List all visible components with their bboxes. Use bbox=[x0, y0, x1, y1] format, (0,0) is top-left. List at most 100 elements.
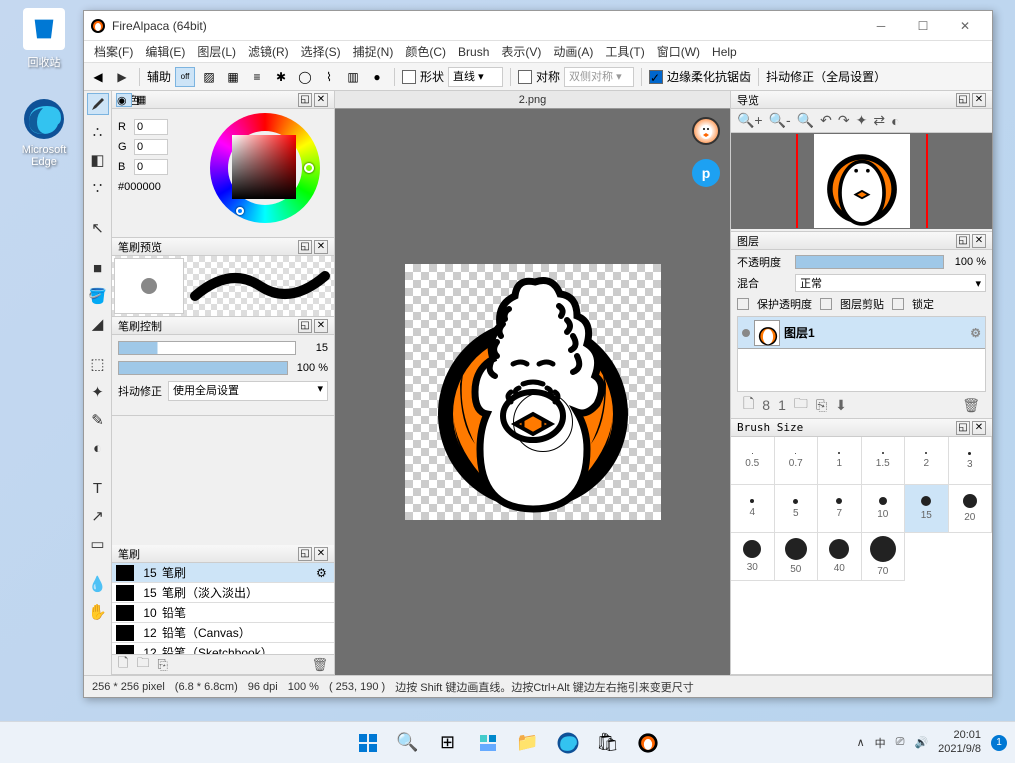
taskview-button[interactable]: ⊞ bbox=[430, 725, 466, 761]
b-input[interactable] bbox=[134, 159, 168, 175]
zoom-fit-icon[interactable]: 🔍 bbox=[797, 112, 814, 129]
start-button[interactable] bbox=[350, 725, 386, 761]
assist-dot[interactable]: ● bbox=[367, 67, 387, 87]
brush-size-cell[interactable]: 40 bbox=[818, 533, 862, 581]
brush-row[interactable]: 10铅笔 bbox=[112, 603, 334, 623]
brush-size-cell[interactable]: 3 bbox=[949, 437, 993, 485]
tray-icon[interactable]: ∧ bbox=[857, 736, 865, 749]
folder-icon[interactable]: 🗀 bbox=[136, 654, 149, 676]
select-rect-tool[interactable]: ⬚ bbox=[87, 353, 109, 375]
brush-row[interactable]: 12铅笔（Sketchbook） bbox=[112, 643, 334, 654]
explorer-button[interactable]: 📁 bbox=[510, 725, 546, 761]
brush-row[interactable]: 12铅笔（Canvas） bbox=[112, 623, 334, 643]
tray-icon[interactable]: 中 bbox=[875, 735, 886, 751]
wand-tool[interactable]: ✦ bbox=[87, 381, 109, 403]
eraser-tool[interactable]: ◧ bbox=[87, 149, 109, 171]
shape-select[interactable]: 直线 ▾ bbox=[448, 67, 503, 87]
grayscale-icon[interactable]: ◐ bbox=[891, 113, 899, 129]
brush-size-cell[interactable]: 5 bbox=[775, 485, 819, 533]
jitter-label[interactable]: 抖动修正（全局设置） bbox=[766, 68, 988, 85]
text-tool[interactable]: T bbox=[87, 477, 109, 499]
brush-size-cell[interactable]: 15 bbox=[905, 485, 949, 533]
gear-icon[interactable]: ⚙ bbox=[970, 326, 981, 340]
rotate-right-icon[interactable]: ↷ bbox=[838, 112, 850, 129]
menu-item[interactable]: 工具(T) bbox=[599, 41, 650, 62]
menu-item[interactable]: Help bbox=[706, 43, 743, 61]
symmetry-select[interactable]: 双侧对称 ▾ bbox=[564, 67, 634, 87]
r-input[interactable] bbox=[134, 119, 168, 135]
frame-tool[interactable]: ▭ bbox=[87, 533, 109, 555]
brush-size-cell[interactable]: 70 bbox=[862, 533, 906, 581]
store-button[interactable]: 🛍 bbox=[590, 725, 626, 761]
color-wheel[interactable] bbox=[210, 113, 320, 223]
canvas[interactable] bbox=[405, 264, 661, 520]
menu-item[interactable]: Brush bbox=[452, 43, 495, 61]
brush-size-slider[interactable] bbox=[118, 341, 296, 355]
aa-checkbox[interactable]: ✓ bbox=[649, 70, 663, 84]
desktop-edge[interactable]: Microsoft Edge bbox=[14, 98, 74, 168]
tray-icon[interactable]: ⎚ bbox=[896, 736, 905, 749]
tray-icon[interactable]: 🔊 bbox=[914, 736, 928, 749]
menu-item[interactable]: 档案(F) bbox=[88, 41, 139, 62]
clock[interactable]: 20:012021/9/8 bbox=[938, 729, 981, 755]
close-button[interactable]: ✕ bbox=[944, 12, 986, 40]
new-8bit-layer-icon[interactable]: 8 bbox=[762, 397, 770, 413]
menu-item[interactable]: 编辑(E) bbox=[139, 41, 191, 62]
menu-item[interactable]: 颜色(C) bbox=[399, 41, 452, 62]
menu-item[interactable]: 窗口(W) bbox=[651, 41, 706, 62]
brush-size-cell[interactable]: 30 bbox=[731, 533, 775, 581]
gradient-tool[interactable]: ◢ bbox=[87, 313, 109, 335]
delete-layer-icon[interactable]: 🗑 bbox=[962, 397, 980, 414]
duplicate-layer-icon[interactable]: ⎘ bbox=[816, 397, 827, 414]
brush-size-cell[interactable]: 2 bbox=[905, 437, 949, 485]
alpaca-badge[interactable] bbox=[692, 117, 720, 145]
desktop-recycle-bin[interactable]: 回收站 bbox=[14, 8, 74, 70]
layer-clip-checkbox[interactable] bbox=[820, 298, 832, 310]
new-layer-icon[interactable]: 🗋 bbox=[743, 393, 754, 417]
shape-checkbox[interactable] bbox=[402, 70, 416, 84]
assist-persp[interactable]: ▥ bbox=[343, 67, 363, 87]
brush-size-cell[interactable]: 0.5 bbox=[731, 437, 775, 485]
canvas-tab[interactable]: 2.png bbox=[335, 91, 730, 109]
add-brush-icon[interactable]: 🗋 bbox=[118, 654, 128, 676]
assist-lines[interactable]: ≡ bbox=[247, 67, 267, 87]
widgets-button[interactable] bbox=[470, 725, 506, 761]
merge-down-icon[interactable]: ⬇ bbox=[835, 397, 847, 414]
brush-size-cell[interactable]: 50 bbox=[775, 533, 819, 581]
maximize-button[interactable]: ☐ bbox=[902, 12, 944, 40]
brush-size-cell[interactable]: 20 bbox=[949, 485, 993, 533]
menu-item[interactable]: 选择(S) bbox=[295, 41, 347, 62]
new-folder-icon[interactable]: 🗀 bbox=[794, 393, 808, 417]
firealpaca-taskbar-button[interactable] bbox=[630, 725, 666, 761]
protect-alpha-checkbox[interactable] bbox=[737, 298, 749, 310]
dot-tool[interactable]: ∴ bbox=[87, 121, 109, 143]
bucket-tool[interactable]: 🪣 bbox=[87, 285, 109, 307]
brush-size-cell[interactable]: 1 bbox=[818, 437, 862, 485]
dot-eraser-tool[interactable]: ∵ bbox=[87, 177, 109, 199]
canvas-viewport[interactable]: p bbox=[335, 109, 730, 675]
object-tool[interactable]: ↗ bbox=[87, 505, 109, 527]
assist-parallel[interactable]: ▨ bbox=[199, 67, 219, 87]
rotate-left-icon[interactable]: ↶ bbox=[820, 112, 832, 129]
brush-tool[interactable] bbox=[87, 93, 109, 115]
menu-item[interactable]: 滤镜(R) bbox=[242, 41, 295, 62]
undo-button[interactable]: ◀ bbox=[88, 67, 108, 87]
hand-tool[interactable]: ✋ bbox=[87, 601, 109, 623]
assist-radial[interactable]: ✱ bbox=[271, 67, 291, 87]
new-1bit-layer-icon[interactable]: 1 bbox=[778, 397, 786, 413]
menu-item[interactable]: 动画(A) bbox=[547, 41, 599, 62]
delete-icon[interactable]: 🗑 bbox=[311, 657, 328, 673]
flip-icon[interactable]: ⇄ bbox=[873, 112, 885, 129]
notification-badge[interactable]: 1 bbox=[991, 735, 1007, 751]
brush-size-cell[interactable]: 7 bbox=[818, 485, 862, 533]
g-input[interactable] bbox=[134, 139, 168, 155]
blend-mode-select[interactable]: 正常▾ bbox=[795, 274, 986, 292]
menu-item[interactable]: 捕捉(N) bbox=[347, 41, 400, 62]
zoom-in-icon[interactable]: 🔍+ bbox=[737, 112, 763, 129]
pixiv-badge[interactable]: p bbox=[692, 159, 720, 187]
duplicate-icon[interactable]: ⎘ bbox=[157, 657, 167, 673]
search-button[interactable]: 🔍 bbox=[390, 725, 426, 761]
assist-curve[interactable]: ⌇ bbox=[319, 67, 339, 87]
layer-opacity-slider[interactable] bbox=[795, 255, 944, 269]
brush-row[interactable]: 15笔刷（淡入淡出） bbox=[112, 583, 334, 603]
